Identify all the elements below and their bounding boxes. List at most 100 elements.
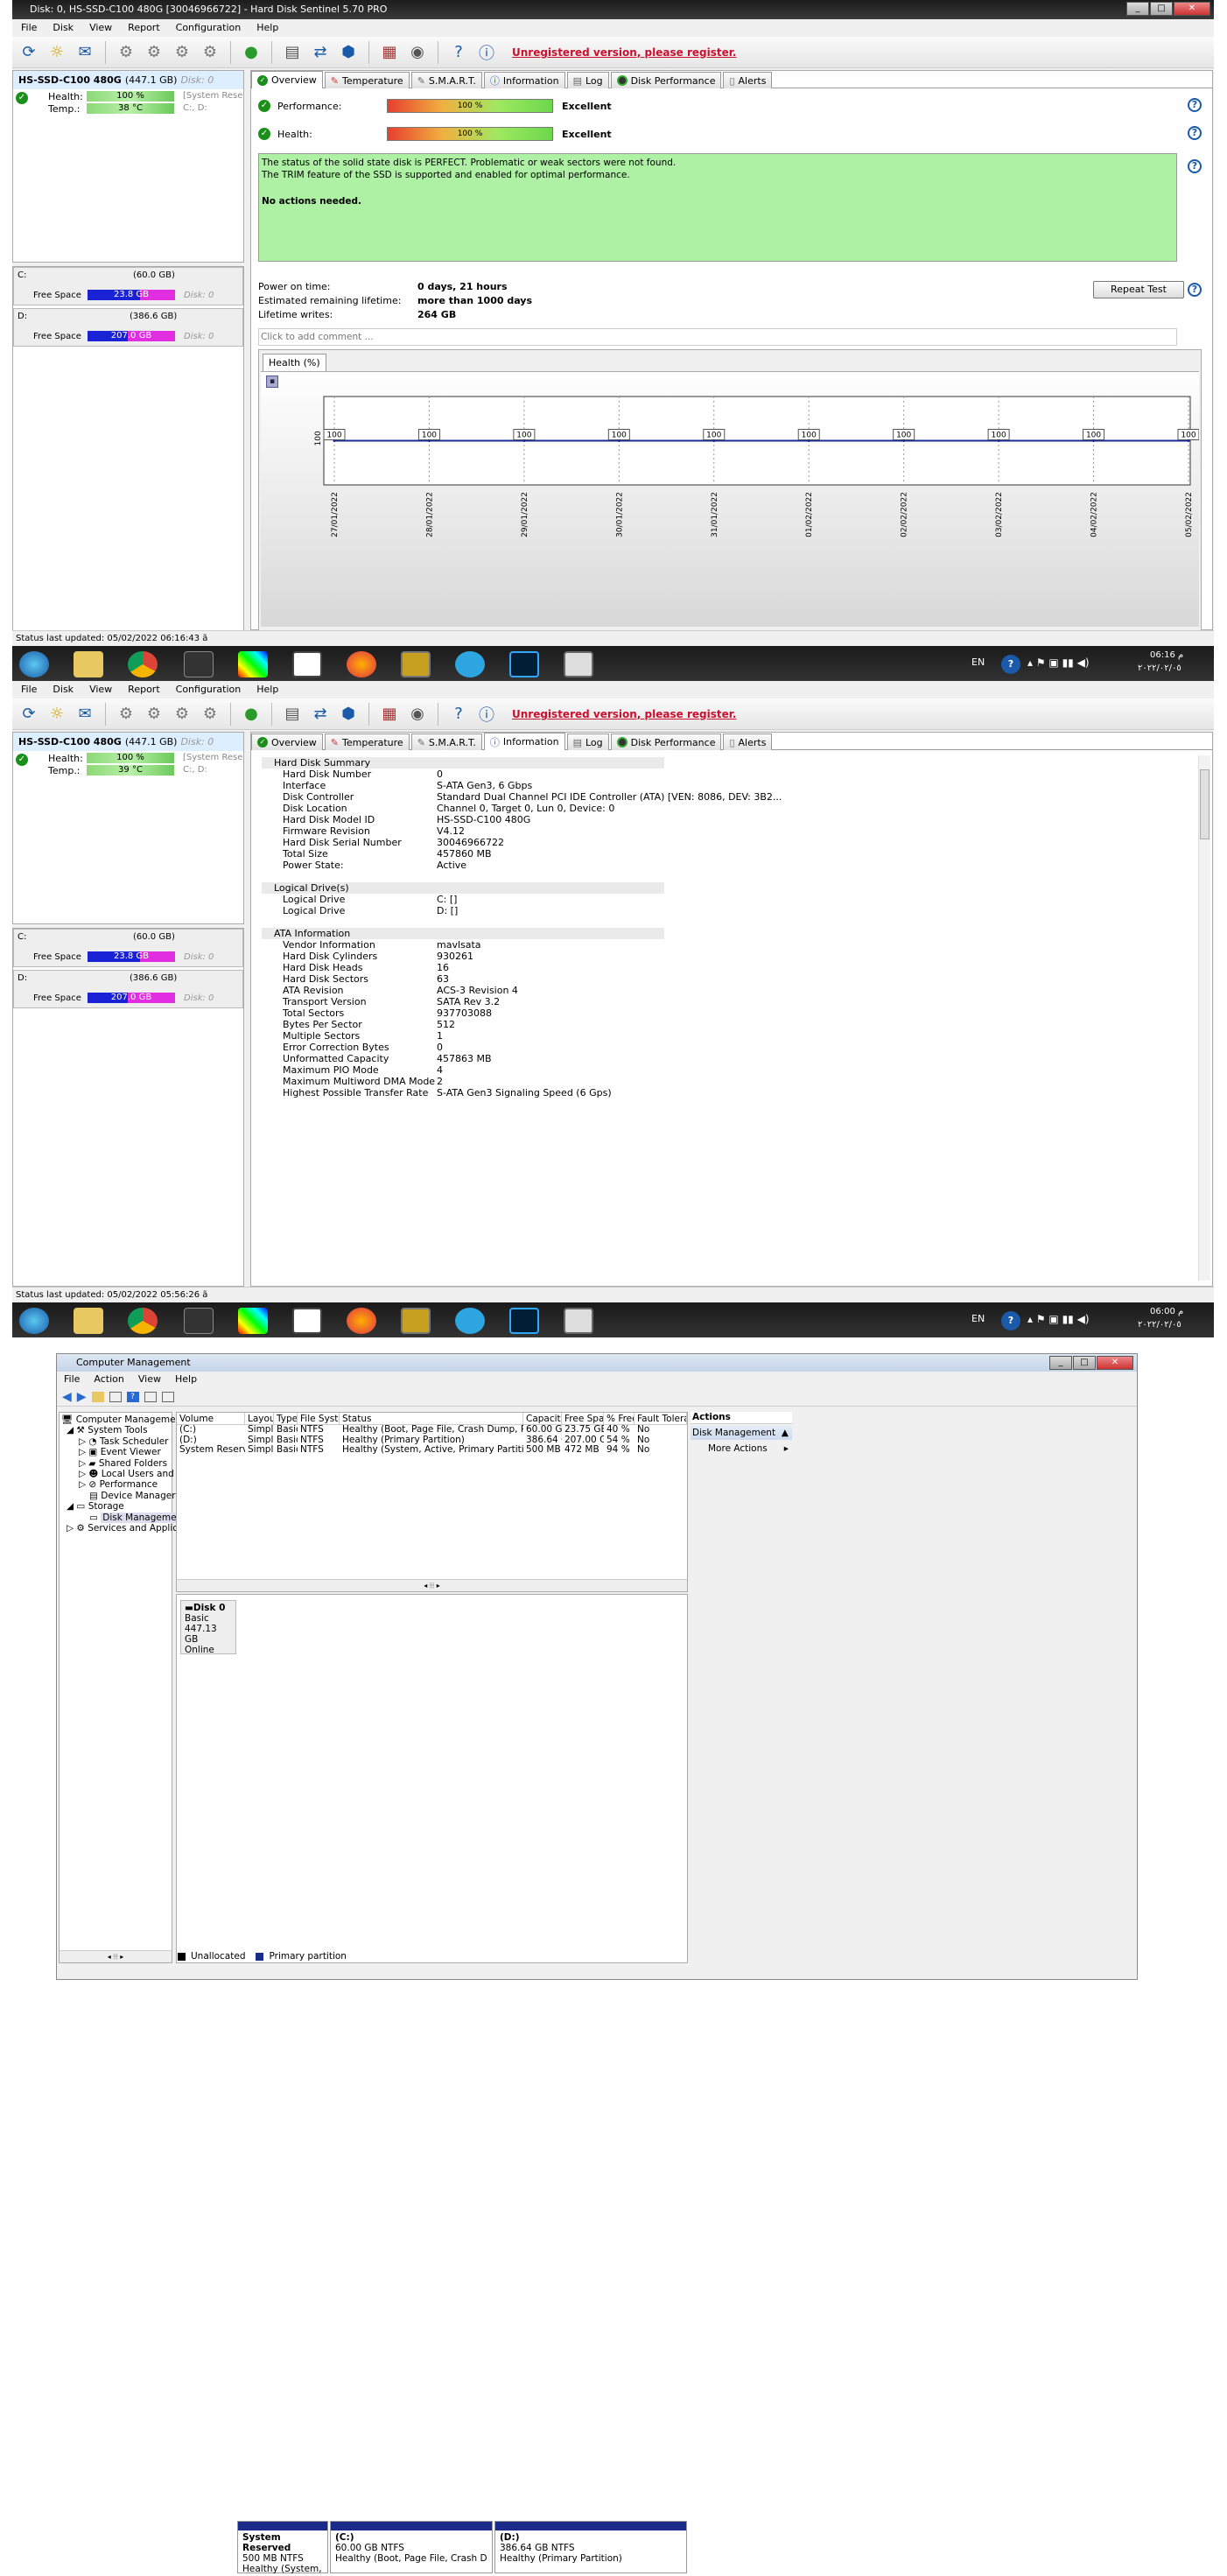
disk-tool-icon-3[interactable]: ⚙ bbox=[171, 703, 193, 726]
sync-icon[interactable]: ⇄ bbox=[309, 41, 332, 64]
info-section-header[interactable]: ATA Information bbox=[262, 928, 664, 939]
tree-item-shared-folders[interactable]: ▷ ▰ Shared Folders bbox=[61, 1458, 170, 1469]
window-app-icon[interactable] bbox=[292, 1308, 322, 1334]
column-header[interactable]: Volume bbox=[177, 1413, 245, 1424]
close-button[interactable]: ✕ bbox=[1097, 1356, 1133, 1370]
tab-disk-performance[interactable]: Disk Performance bbox=[610, 733, 722, 750]
close-button[interactable]: ✕ bbox=[1174, 2, 1210, 16]
cm-menu-view[interactable]: View bbox=[138, 1372, 161, 1387]
volume-row[interactable]: System ReservedSimpleBasicNTFS Healthy (S… bbox=[177, 1445, 687, 1456]
telegram-icon[interactable] bbox=[455, 651, 485, 677]
language-indicator[interactable]: EN bbox=[971, 1313, 985, 1324]
menu-help[interactable]: Help bbox=[256, 681, 278, 698]
color-app-icon[interactable] bbox=[238, 1308, 268, 1334]
help-icon[interactable]: ? bbox=[447, 41, 470, 64]
tab-temperature[interactable]: ✎ Temperature bbox=[324, 72, 410, 88]
globe-icon[interactable]: ● bbox=[240, 41, 263, 64]
tree-item-disk-management[interactable]: ▭ Disk Management bbox=[61, 1512, 188, 1523]
tree-item-system-tools[interactable]: ◢ ⚒ System Tools bbox=[61, 1425, 170, 1435]
back-icon[interactable]: ◀ bbox=[62, 1390, 72, 1404]
tab-overview[interactable]: ✓ Overview bbox=[251, 71, 323, 88]
column-header[interactable]: Fault Tolerance bbox=[635, 1413, 687, 1424]
volume-c[interactable]: C: (60.0 GB) Free Space 23.8 GB Disk: 0 bbox=[13, 929, 243, 967]
language-indicator[interactable]: EN bbox=[971, 656, 985, 668]
hds-taskbar-icon[interactable] bbox=[401, 1308, 431, 1334]
hds-taskbar-icon[interactable] bbox=[401, 651, 431, 677]
menu-disk[interactable]: Disk bbox=[53, 19, 74, 37]
disk-0-label[interactable]: ▬Disk 0 Basic 447.13 GB Online bbox=[180, 1600, 236, 1655]
repeat-test-button[interactable]: Repeat Test bbox=[1093, 281, 1184, 298]
comment-input[interactable]: Click to add comment ... bbox=[258, 328, 1177, 346]
gauge-icon[interactable]: ◉ bbox=[406, 703, 429, 726]
scrollbar-thumb[interactable] bbox=[1200, 769, 1209, 839]
help-icon[interactable]: ? bbox=[126, 1391, 139, 1402]
test-icon[interactable]: ☼ bbox=[46, 703, 68, 726]
computer-management-icon[interactable] bbox=[564, 1308, 593, 1334]
chrome-icon[interactable] bbox=[128, 651, 158, 677]
clock-time[interactable]: 06:16 م bbox=[1150, 650, 1183, 660]
menu-help[interactable]: Help bbox=[256, 19, 278, 37]
info-icon[interactable]: ⓘ bbox=[475, 41, 498, 64]
properties-icon[interactable] bbox=[144, 1391, 157, 1402]
color-app-icon[interactable] bbox=[238, 651, 268, 677]
maximize-button[interactable]: □ bbox=[1073, 1356, 1096, 1370]
network-icon[interactable]: ⬢ bbox=[337, 41, 360, 64]
info-icon[interactable]: ⓘ bbox=[475, 703, 498, 726]
document-icon[interactable]: ▤ bbox=[281, 703, 304, 726]
tray-icons[interactable]: ▴ ⚑ ▣ ▮▮ ◀) bbox=[1027, 1313, 1090, 1325]
chart-icon[interactable]: ▦ bbox=[378, 41, 401, 64]
media-encoder-icon[interactable] bbox=[184, 1308, 214, 1334]
tray-help-icon[interactable]: ? bbox=[1001, 655, 1020, 674]
disk-tool-icon-4[interactable]: ⚙ bbox=[199, 41, 221, 64]
unregistered-link[interactable]: Unregistered version, please register. bbox=[512, 46, 737, 59]
refresh-icon[interactable]: ⟳ bbox=[18, 41, 40, 64]
volume-row[interactable]: (D:) SimpleBasicNTFS Healthy (Primary Part… bbox=[177, 1435, 687, 1446]
forward-icon[interactable]: ▶ bbox=[77, 1390, 87, 1404]
actions-more[interactable]: More Actions ▸ bbox=[691, 1442, 792, 1456]
tree-item-event-viewer[interactable]: ▷ ▣ Event Viewer bbox=[61, 1447, 170, 1457]
cm-menu-help[interactable]: Help bbox=[175, 1372, 197, 1387]
status-help-icon[interactable]: ? bbox=[1188, 159, 1202, 173]
menu-view[interactable]: View bbox=[89, 19, 112, 37]
computer-management-icon[interactable] bbox=[564, 651, 593, 677]
volume-d[interactable]: D: (386.6 GB) Free Space 207.0 GB Disk: … bbox=[13, 970, 243, 1008]
report-icon[interactable]: ✉ bbox=[74, 703, 96, 726]
performance-help-icon[interactable]: ? bbox=[1188, 98, 1202, 112]
firefox-icon[interactable] bbox=[347, 651, 376, 677]
firefox-icon[interactable] bbox=[347, 1308, 376, 1334]
info-scrollbar[interactable] bbox=[1198, 755, 1210, 1281]
menu-file[interactable]: File bbox=[21, 19, 37, 37]
explorer-icon[interactable] bbox=[74, 1308, 103, 1334]
menu-disk[interactable]: Disk bbox=[53, 681, 74, 698]
tree-hscrollbar[interactable]: ◂ ⦙⦙⦙ ▸ bbox=[60, 1950, 172, 1962]
clock-date[interactable]: ٢٠٢٢/٠٢/٠٥ bbox=[1138, 1320, 1181, 1330]
actions-disk-management[interactable]: Disk Management ▲ bbox=[691, 1426, 792, 1440]
tree-item-services[interactable]: ▷ ⚙ Services and Applications bbox=[61, 1523, 206, 1534]
telegram-icon[interactable] bbox=[455, 1308, 485, 1334]
network-icon[interactable]: ⬢ bbox=[337, 703, 360, 726]
column-header[interactable]: Capacity bbox=[523, 1413, 562, 1424]
tree-item-device-manager[interactable]: ▤ Device Manager bbox=[61, 1491, 176, 1501]
health-help-icon[interactable]: ? bbox=[1188, 126, 1202, 140]
clock-date[interactable]: ٢٠٢٢/٠٢/٠٥ bbox=[1138, 663, 1181, 673]
tab-temperature[interactable]: ✎ Temperature bbox=[324, 733, 410, 750]
photoshop-icon[interactable] bbox=[509, 651, 539, 677]
sync-icon[interactable]: ⇄ bbox=[309, 703, 332, 726]
start-orb-icon[interactable] bbox=[19, 1308, 49, 1334]
document-icon[interactable]: ▤ bbox=[281, 41, 304, 64]
cm-menu-action[interactable]: Action bbox=[94, 1372, 123, 1387]
up-folder-icon[interactable] bbox=[91, 1391, 104, 1402]
info-section-header[interactable]: Logical Drive(s) bbox=[262, 882, 664, 894]
chart-tab-health[interactable]: Health (%) bbox=[263, 354, 326, 371]
volume-c[interactable]: C: (60.0 GB) Free Space 23.8 GB Disk: 0 bbox=[13, 267, 243, 305]
volume-d[interactable]: D: (386.6 GB) Free Space 207.0 GB Disk: … bbox=[13, 308, 243, 347]
menu-report[interactable]: Report bbox=[128, 681, 159, 698]
minimize-button[interactable]: _ bbox=[1049, 1356, 1072, 1370]
partition-system-reserved[interactable]: System Reserved 500 MB NTFS Healthy (Syste… bbox=[237, 2521, 328, 2574]
disk-entry-header[interactable]: HS-SSD-C100 480G (447.1 GB) Disk: 0 bbox=[13, 71, 243, 89]
tray-help-icon[interactable]: ? bbox=[1001, 1311, 1020, 1330]
tab-disk-performance[interactable]: Disk Performance bbox=[610, 72, 722, 88]
report-icon[interactable]: ✉ bbox=[74, 41, 96, 64]
partition-d[interactable]: (D:) 386.64 GB NTFS Healthy (Primary Parti… bbox=[494, 2521, 687, 2573]
chart-icon[interactable]: ▦ bbox=[378, 703, 401, 726]
